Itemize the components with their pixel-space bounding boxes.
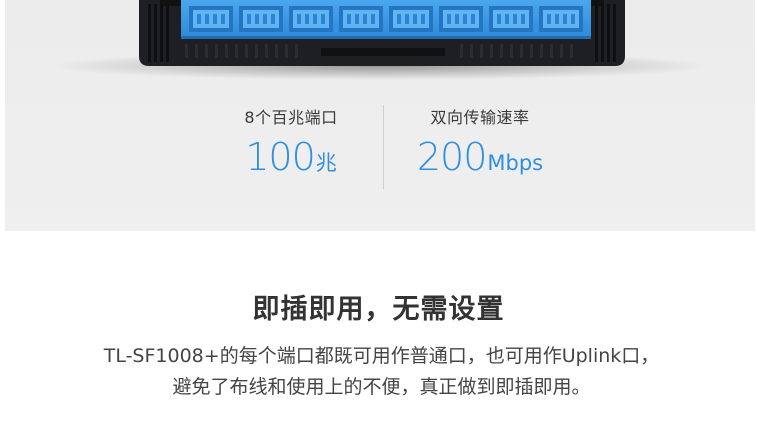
feature-description: TL-SF1008+的每个端口都既可用作普通口，也可用作Uplink口，避免了布… (103, 345, 660, 398)
network-switch-image (50, 0, 710, 80)
spec-rate-value-group: 200Mbps (405, 135, 555, 179)
spec-ports: 8个百兆端口 100兆 (226, 104, 356, 179)
spec-ports-value-group: 100兆 (226, 135, 356, 179)
spec-rate-label: 双向传输速率 (430, 108, 530, 127)
spec-ports-unit: 兆 (315, 151, 337, 175)
spec-rate-value: 200 (416, 135, 488, 179)
spec-ports-label: 8个百兆端口 (244, 108, 338, 127)
spec-ports-value: 100 (245, 135, 316, 179)
spec-rate: 双向传输速率 200Mbps (405, 104, 555, 179)
feature-title: 即插即用，无需设置 (252, 294, 505, 325)
spec-rate-unit: Mbps (487, 151, 544, 175)
spec-divider (383, 105, 384, 189)
hero-panel: 8个百兆端口 100兆 双向传输速率 200Mbps (5, 0, 755, 231)
